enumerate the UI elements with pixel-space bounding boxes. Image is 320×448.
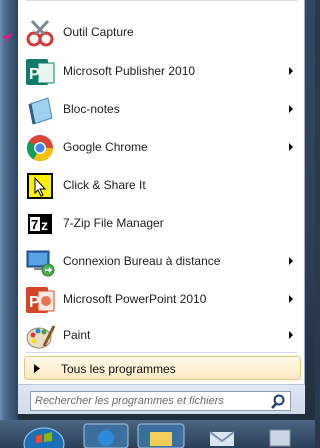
program-item-click-share-it[interactable]: Click & Share It (18, 167, 305, 205)
program-label: Microsoft PowerPoint 2010 (63, 292, 207, 306)
7zip-icon: 7 z (28, 214, 52, 234)
program-item-outil-capture[interactable]: Outil Capture (18, 14, 305, 52)
click-share-icon (27, 173, 53, 199)
submenu-arrow-icon (289, 105, 293, 113)
svg-text:P: P (29, 66, 40, 83)
svg-text:z: z (41, 217, 48, 233)
submenu-arrow-icon (289, 67, 293, 75)
publisher-icon: P (26, 59, 55, 85)
search-icon[interactable] (271, 393, 289, 409)
program-item-7zip[interactable]: 7 z 7-Zip File Manager (18, 205, 305, 243)
program-label: Click & Share It (63, 178, 146, 192)
divider (26, 352, 297, 353)
notepad-icon (28, 97, 53, 125)
expand-arrow-icon (34, 364, 40, 373)
start-orb-icon[interactable] (22, 422, 66, 448)
program-item-powerpoint[interactable]: P Microsoft PowerPoint 2010 (18, 281, 305, 319)
submenu-arrow-icon (289, 143, 293, 151)
start-menu-programs-panel: Outil Capture P Microsoft Publisher 2010… (18, 0, 305, 414)
app-taskbar-icon[interactable] (256, 422, 304, 448)
all-programs-label: Tous les programmes (61, 362, 176, 376)
program-label: Outil Capture (63, 25, 134, 39)
program-item-bloc-notes[interactable]: Bloc-notes (18, 91, 305, 129)
paint-icon (26, 325, 56, 349)
internet-explorer-taskbar-icon[interactable] (82, 422, 130, 448)
search-area (18, 384, 305, 414)
powerpoint-icon: P (26, 287, 55, 313)
program-label: Paint (63, 328, 91, 342)
all-programs-button[interactable]: Tous les programmes (24, 356, 301, 380)
program-label: 7-Zip File Manager (63, 216, 164, 230)
folder-taskbar-icon[interactable] (136, 422, 186, 448)
program-item-remote-desktop[interactable]: Connexion Bureau à distance (18, 243, 305, 281)
program-label: Microsoft Publisher 2010 (63, 64, 196, 78)
mail-taskbar-icon[interactable] (198, 422, 246, 448)
program-item-paint[interactable]: Paint (18, 317, 305, 355)
svg-text:7: 7 (31, 217, 38, 232)
remote-desktop-icon (26, 250, 55, 277)
submenu-arrow-icon (289, 257, 293, 265)
taskbar (0, 420, 315, 448)
program-label: Bloc-notes (63, 102, 120, 116)
snipping-tool-icon (26, 19, 54, 47)
program-label: Google Chrome (63, 140, 148, 154)
top-edge (26, 0, 297, 1)
program-item-publisher[interactable]: P Microsoft Publisher 2010 (18, 53, 305, 91)
svg-text:P: P (29, 294, 40, 311)
pointer-arrow-icon (2, 33, 13, 44)
start-menu-left-edge (0, 0, 18, 420)
search-input[interactable] (35, 393, 259, 409)
submenu-arrow-icon (289, 295, 293, 303)
search-box (30, 391, 291, 411)
submenu-arrow-icon (289, 331, 293, 339)
chrome-icon (26, 135, 54, 162)
program-label: Connexion Bureau à distance (63, 254, 221, 268)
program-item-google-chrome[interactable]: Google Chrome (18, 129, 305, 167)
